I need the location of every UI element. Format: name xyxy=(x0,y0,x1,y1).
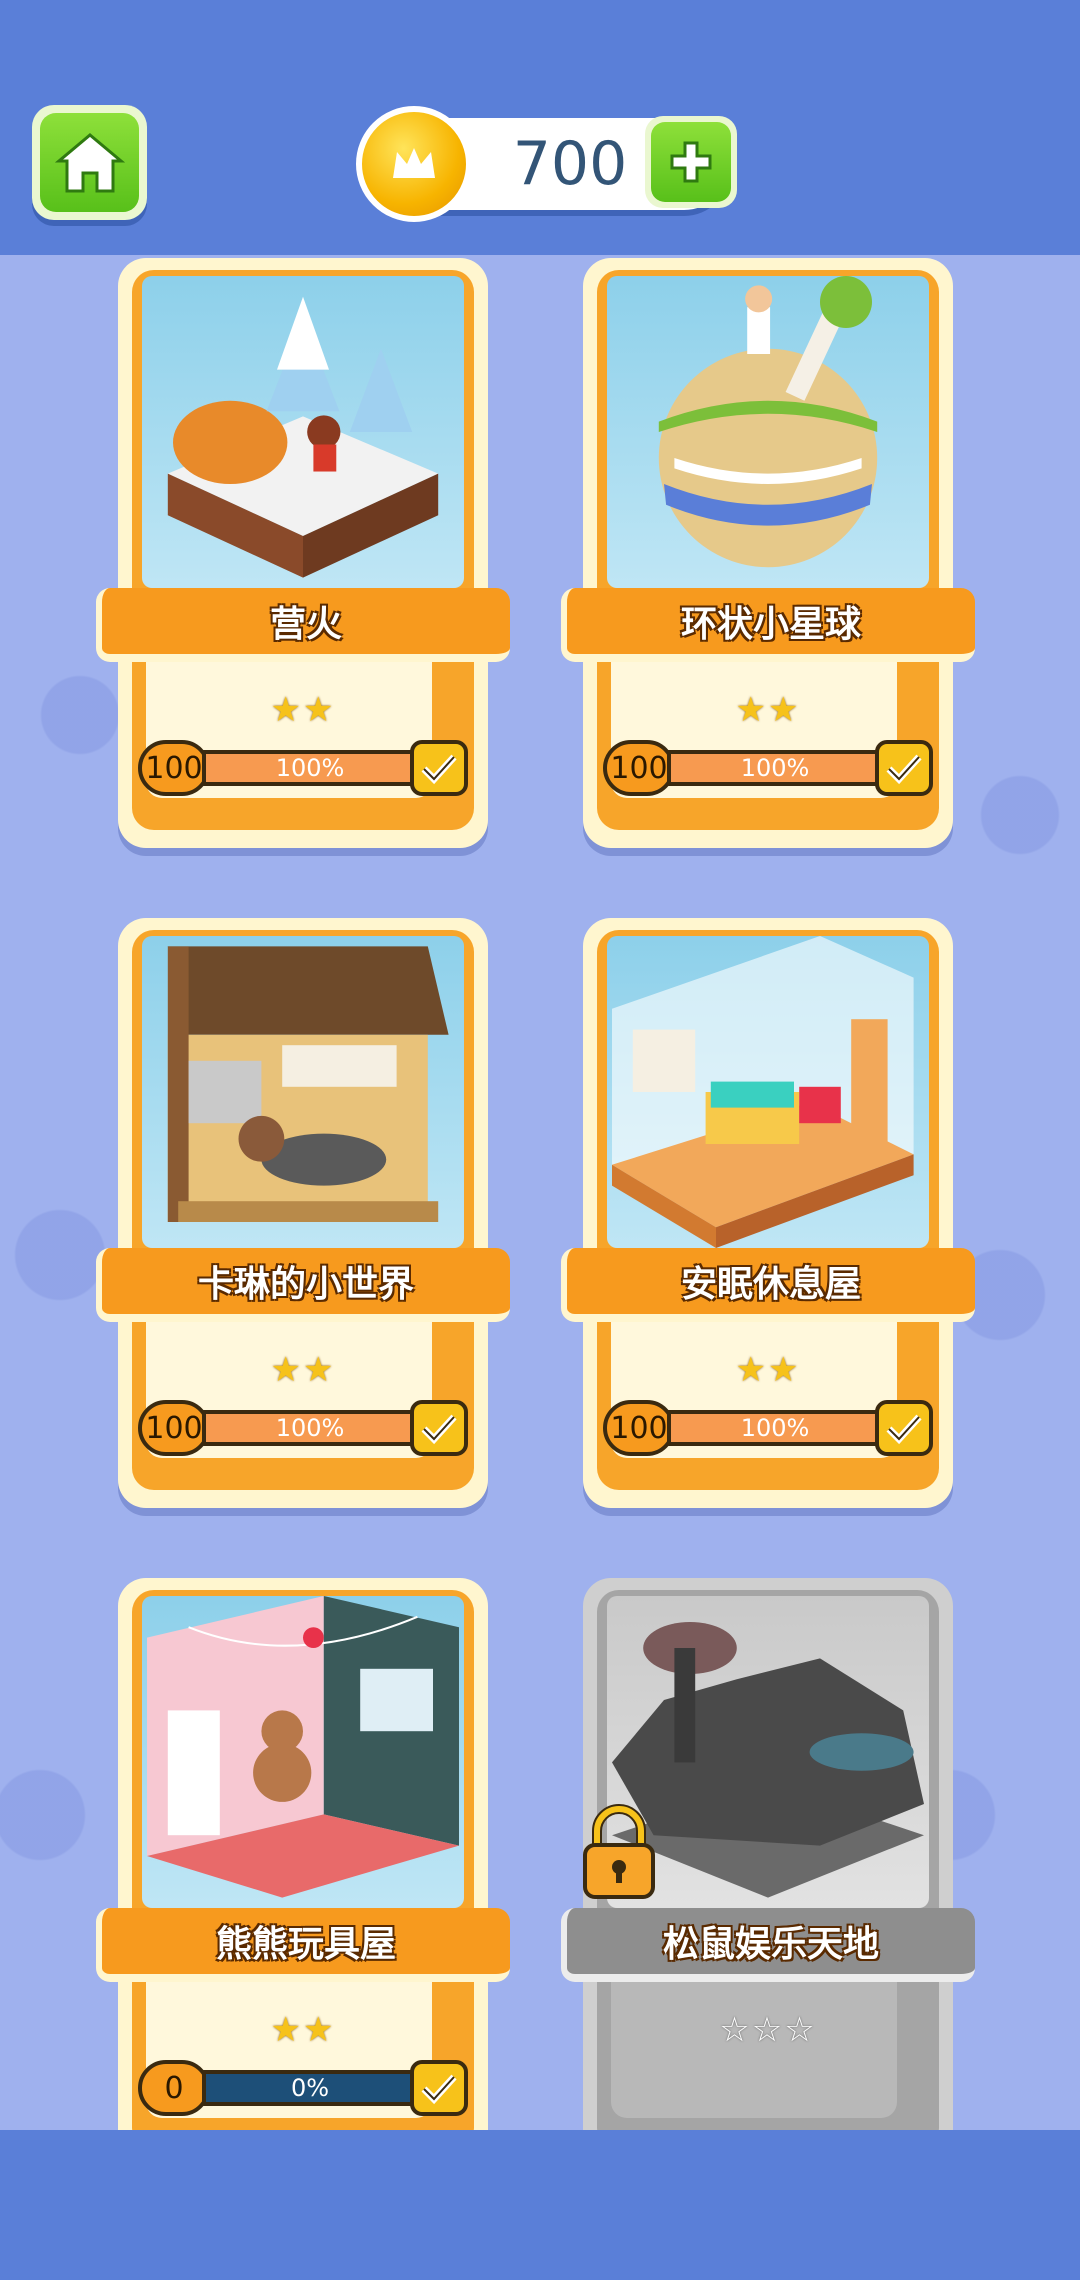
level-card-bear-toy-house[interactable]: 熊熊玩具屋 ★★ 0 0% xyxy=(96,1578,510,2168)
level-card-campfire[interactable]: 营火 ★★ 100 100% xyxy=(96,258,510,848)
progress-text: 100% xyxy=(275,754,345,782)
progress-row: 100 100% xyxy=(138,1400,468,1456)
check-icon xyxy=(875,740,933,796)
piece-count: 100 xyxy=(138,740,210,796)
coin-panel: 700 xyxy=(356,106,737,222)
lock-icon xyxy=(579,1803,659,1903)
level-title-banner: 熊熊玩具屋 xyxy=(96,1908,510,1982)
progress-bar: 100% xyxy=(667,750,883,786)
star-rating: ★★ xyxy=(270,690,336,730)
star-rating: ★★ xyxy=(270,1350,336,1390)
level-title: 熊熊玩具屋 xyxy=(215,1924,396,1965)
level-card-karins-world[interactable]: 卡琳的小世界 ★★ 100 100% xyxy=(96,918,510,1508)
level-title-banner: 环状小星球 xyxy=(561,588,975,662)
level-title-banner: 安眠休息屋 xyxy=(561,1248,975,1322)
progress-row: 100 100% xyxy=(603,1400,933,1456)
home-button[interactable] xyxy=(32,105,147,220)
coin-count: 700 xyxy=(512,129,628,199)
level-title-banner: 松鼠娱乐天地 xyxy=(561,1908,975,1982)
crown-coin-icon xyxy=(356,106,472,222)
star-rating: ★★ xyxy=(735,1350,801,1390)
level-title: 环状小星球 xyxy=(680,604,861,645)
progress-row: 100 100% xyxy=(138,740,468,796)
star-rating: ★★ xyxy=(735,690,801,730)
level-card-squirrel-land-locked[interactable]: 松鼠娱乐天地 ☆☆☆ xyxy=(561,1578,975,2168)
progress-bar: 0% xyxy=(202,2070,418,2106)
home-icon xyxy=(40,113,139,212)
check-icon xyxy=(875,1400,933,1456)
plus-icon xyxy=(651,122,731,202)
level-thumbnail xyxy=(607,276,929,588)
star-rating: ★★ xyxy=(270,2010,336,2050)
progress-row: 100 100% xyxy=(603,740,933,796)
progress-text: 0% xyxy=(290,2074,330,2102)
progress-text: 100% xyxy=(740,1414,810,1442)
level-title: 松鼠娱乐天地 xyxy=(662,1924,879,1965)
level-thumbnail xyxy=(142,1596,464,1908)
level-title: 营火 xyxy=(269,604,342,645)
star-rating: ☆☆☆ xyxy=(719,2010,817,2050)
check-icon xyxy=(410,740,468,796)
progress-bar: 100% xyxy=(202,1410,418,1446)
level-thumbnail xyxy=(607,936,929,1248)
progress-text: 100% xyxy=(275,1414,345,1442)
progress-bar: 100% xyxy=(202,750,418,786)
piece-count: 0 xyxy=(138,2060,210,2116)
level-title-banner: 营火 xyxy=(96,588,510,662)
progress-row: 0 0% xyxy=(138,2060,468,2116)
piece-count: 100 xyxy=(603,1400,675,1456)
progress-text: 100% xyxy=(740,754,810,782)
level-thumbnail xyxy=(142,936,464,1248)
add-coins-button[interactable] xyxy=(645,116,737,208)
bottom-bar xyxy=(0,2130,1080,2280)
level-card-sleep-room[interactable]: 安眠休息屋 ★★ 100 100% xyxy=(561,918,975,1508)
progress-bar: 100% xyxy=(667,1410,883,1446)
level-thumbnail xyxy=(142,276,464,588)
check-icon xyxy=(410,2060,468,2116)
check-icon xyxy=(410,1400,468,1456)
piece-count: 100 xyxy=(138,1400,210,1456)
piece-count: 100 xyxy=(603,740,675,796)
level-title: 安眠休息屋 xyxy=(680,1264,861,1305)
level-title: 卡琳的小世界 xyxy=(197,1264,414,1305)
level-title-banner: 卡琳的小世界 xyxy=(96,1248,510,1322)
level-card-ring-planet[interactable]: 环状小星球 ★★ 100 100% xyxy=(561,258,975,848)
